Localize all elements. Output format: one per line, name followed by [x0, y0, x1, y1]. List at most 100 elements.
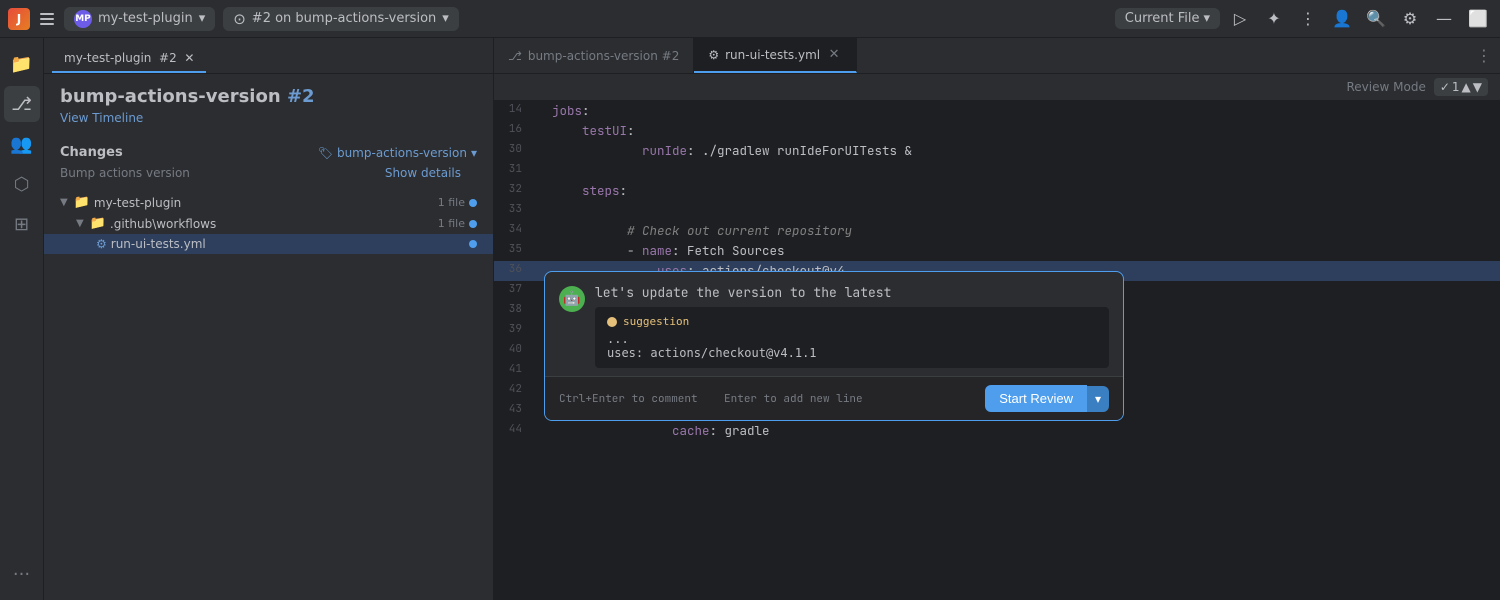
tree-item-subfolder[interactable]: ▼ 📁 .github\workflows 1 file: [44, 213, 493, 234]
editor-tabs: ⎇ bump-actions-version #2 ⚙ run-ui-tests…: [494, 38, 1500, 74]
tab2-label: run-ui-tests.yml: [725, 48, 820, 62]
plugin-branch-selector[interactable]: MP my-test-plugin ▾: [64, 7, 215, 31]
tree-file-icon: ⚙: [96, 237, 107, 251]
code-view[interactable]: 14 jobs: 16 testUI: 30 runIde: ./gradlew…: [494, 101, 1500, 600]
editor-area: ⎇ bump-actions-version #2 ⚙ run-ui-tests…: [494, 38, 1500, 600]
activity-debug-icon[interactable]: ⬡: [4, 166, 40, 202]
code-line-31: 31: [494, 161, 1500, 181]
changes-description: Bump actions version: [60, 166, 190, 180]
pr-chevron-icon: ▾: [442, 11, 449, 26]
maximize-icon[interactable]: ⬜: [1464, 5, 1492, 33]
code-line-16: 16 testUI:: [494, 121, 1500, 141]
start-review-button[interactable]: Start Review: [985, 385, 1087, 412]
activity-git-icon[interactable]: ⎇: [4, 86, 40, 122]
editor-tab-actions: ⋮: [1468, 38, 1500, 73]
code-line-30: 30 runIde: ./gradlew runIdeForUITests &: [494, 141, 1500, 161]
app-logo: J: [8, 8, 30, 30]
current-file-chevron-icon: ▾: [1203, 11, 1210, 26]
review-count: 1: [1452, 80, 1460, 94]
tab2-icon: ⚙: [708, 48, 719, 62]
tree-subfolder-name: .github\workflows: [110, 217, 430, 231]
current-file-button[interactable]: Current File ▾: [1115, 8, 1220, 29]
top-bar-right: Current File ▾ ▷ ✦ ⋮ 👤 🔍 ⚙ — ⬜: [1115, 5, 1492, 33]
file-tree: ▼ 📁 my-test-plugin 1 file ▼ 📁 .github\wo…: [44, 188, 493, 258]
more-options-icon[interactable]: ⋮: [1294, 5, 1322, 33]
changes-title: Changes: [60, 145, 123, 160]
pr-title: bump-actions-version #2: [44, 86, 493, 111]
tree-root-count: 1 file: [438, 196, 465, 209]
suggestion-ellipsis: ...: [607, 332, 1097, 346]
activity-bar: 📁 ⎇ 👥 ⬡ ⊞ ···: [0, 38, 44, 600]
review-nav-up-icon[interactable]: ▲: [1462, 80, 1471, 94]
review-nav-down-icon[interactable]: ▼: [1473, 80, 1482, 94]
activity-collab-icon[interactable]: 👥: [4, 126, 40, 162]
tree-subfolder-dot: [469, 220, 477, 228]
suggestion-label: suggestion: [607, 315, 1097, 328]
sidebar-content: bump-actions-version #2 View Timeline Ch…: [44, 74, 493, 600]
activity-grid-icon[interactable]: ⊞: [4, 206, 40, 242]
tab1-icon: ⎇: [508, 49, 522, 63]
settings-icon[interactable]: ⚙: [1396, 5, 1424, 33]
view-timeline-link[interactable]: View Timeline: [44, 111, 493, 137]
suggestion-block: suggestion ... uses: actions/checkout@v4…: [595, 307, 1109, 368]
comment-popup-header: 🤖 let's update the version to the latest…: [545, 272, 1123, 376]
debug-icon[interactable]: ✦: [1260, 5, 1288, 33]
branch-badge[interactable]: 🏷 bump-actions-version ▾: [318, 146, 477, 160]
comment-body: let's update the version to the latest s…: [595, 284, 1109, 368]
top-bar: J MP my-test-plugin ▾ ⊙ #2 on bump-actio…: [0, 0, 1500, 38]
editor-tab-more-icon[interactable]: ⋮: [1476, 46, 1492, 65]
comment-popup: 🤖 let's update the version to the latest…: [544, 271, 1124, 421]
main-layout: 📁 ⎇ 👥 ⬡ ⊞ ··· my-test-plugin #2 ✕ bump-a…: [0, 38, 1500, 600]
github-icon: ⊙: [233, 10, 246, 28]
tree-item-file[interactable]: ⚙ run-ui-tests.yml: [44, 234, 493, 254]
editor-body: 14 jobs: 16 testUI: 30 runIde: ./gradlew…: [494, 101, 1500, 600]
review-mode-nav[interactable]: ✓ 1 ▲ ▼: [1434, 78, 1488, 96]
search-icon[interactable]: 🔍: [1362, 5, 1390, 33]
tree-folder-root-icon: 📁: [74, 195, 90, 210]
pr-label: #2 on bump-actions-version: [252, 11, 436, 26]
tree-chevron-root-icon: ▼: [60, 197, 68, 208]
current-file-label: Current File: [1125, 11, 1200, 26]
code-line-32: 32 steps:: [494, 181, 1500, 201]
tree-file-name: run-ui-tests.yml: [111, 237, 465, 251]
branch-badge-chevron-icon: ▾: [471, 146, 477, 160]
plugin-avatar: MP: [74, 10, 92, 28]
sidebar-tab-plugin[interactable]: my-test-plugin #2 ✕: [52, 45, 206, 73]
changes-section-header: Changes 🏷 bump-actions-version ▾: [44, 137, 493, 164]
pr-selector[interactable]: ⊙ #2 on bump-actions-version ▾: [223, 7, 459, 31]
footer-actions: Start Review ▾: [985, 385, 1109, 412]
footer-hints: Ctrl+Enter to comment Enter to add new l…: [559, 392, 863, 406]
editor-tab-file[interactable]: ⚙ run-ui-tests.yml ✕: [694, 38, 857, 73]
code-line-44: 44 cache: gradle: [494, 421, 1500, 441]
code-line-33: 33: [494, 201, 1500, 221]
activity-more-icon[interactable]: ···: [4, 556, 40, 592]
commenter-avatar: 🤖: [559, 286, 585, 312]
branch-chevron-icon: ▾: [199, 11, 206, 26]
run-icon[interactable]: ▷: [1226, 5, 1254, 33]
tab2-close-icon[interactable]: ✕: [826, 47, 842, 63]
show-details-link[interactable]: Show details: [385, 166, 477, 180]
sidebar: my-test-plugin #2 ✕ bump-actions-version…: [44, 38, 494, 600]
tab-close-icon[interactable]: ✕: [184, 51, 194, 65]
comment-popup-footer: Ctrl+Enter to comment Enter to add new l…: [545, 376, 1123, 420]
tab1-label: bump-actions-version #2: [528, 49, 680, 63]
hamburger-menu[interactable]: [38, 10, 56, 28]
comment-text: let's update the version to the latest: [595, 284, 1109, 301]
review-mode-bar: Review Mode ✓ 1 ▲ ▼: [494, 74, 1500, 101]
sidebar-tabs: my-test-plugin #2 ✕: [44, 38, 493, 74]
editor-tab-pr[interactable]: ⎇ bump-actions-version #2: [494, 38, 694, 73]
tree-chevron-subfolder-icon: ▼: [76, 218, 84, 229]
tree-root-name: my-test-plugin: [94, 196, 430, 210]
minimize-icon[interactable]: —: [1430, 5, 1458, 33]
code-line-35: 35 - name: Fetch Sources: [494, 241, 1500, 261]
activity-folder-icon[interactable]: 📁: [4, 46, 40, 82]
tree-root-dot: [469, 199, 477, 207]
code-line-34: 34 # Check out current repository: [494, 221, 1500, 241]
account-icon[interactable]: 👤: [1328, 5, 1356, 33]
suggestion-content: uses: actions/checkout@v4.1.1: [607, 346, 1097, 360]
review-mode-label: Review Mode: [1347, 80, 1426, 94]
start-review-chevron-button[interactable]: ▾: [1087, 386, 1109, 412]
tree-item-root[interactable]: ▼ 📁 my-test-plugin 1 file: [44, 192, 493, 213]
review-checkmark-icon: ✓: [1440, 80, 1450, 94]
tree-file-dot: [469, 240, 477, 248]
